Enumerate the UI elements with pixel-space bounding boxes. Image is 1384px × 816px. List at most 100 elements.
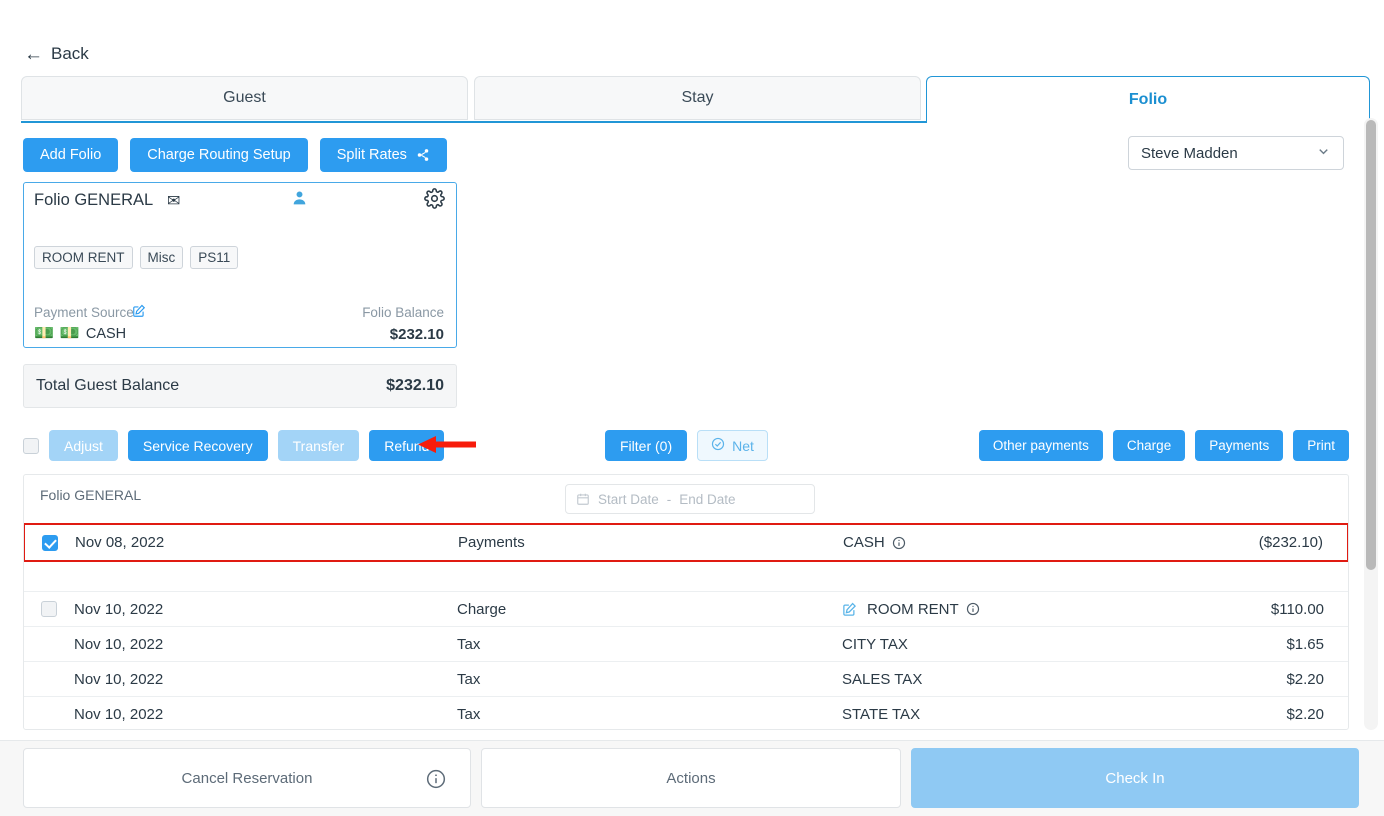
row-description-cell: CASH: [843, 534, 1147, 551]
row-description-cell: SALES TAX: [842, 671, 1148, 688]
row-checkbox-cell: [25, 535, 75, 551]
money-icon: 💵: [34, 326, 54, 342]
money-icon: 💵: [60, 326, 80, 342]
row-checkbox[interactable]: [42, 535, 58, 551]
net-toggle-button[interactable]: Net: [697, 430, 768, 461]
tab-folio[interactable]: Folio: [926, 76, 1370, 123]
ledger-filter-group: Filter (0) Net: [605, 430, 768, 461]
guest-select[interactable]: Steve Madden: [1128, 136, 1344, 170]
check-circle-icon: [711, 437, 725, 454]
info-icon[interactable]: [426, 769, 446, 793]
row-type: Tax: [457, 671, 842, 688]
filter-button[interactable]: Filter (0): [605, 430, 687, 461]
add-folio-button[interactable]: Add Folio: [23, 138, 118, 172]
row-date: Nov 10, 2022: [74, 671, 457, 688]
row-amount: $110.00: [1148, 601, 1348, 618]
back-button[interactable]: ← Back: [24, 44, 89, 64]
folio-tag-list: ROOM RENT Misc PS11: [34, 246, 238, 269]
payment-source-value-row: 💵 💵 CASH: [34, 326, 126, 342]
row-amount: $1.65: [1148, 636, 1348, 653]
info-icon[interactable]: [892, 536, 906, 550]
end-date-placeholder: End Date: [679, 492, 735, 507]
payments-button[interactable]: Payments: [1195, 430, 1283, 461]
edit-payment-source-icon[interactable]: [132, 304, 146, 323]
total-guest-balance: Total Guest Balance $232.10: [23, 364, 457, 408]
split-rates-label: Split Rates: [337, 147, 407, 163]
start-date-placeholder: Start Date: [598, 492, 659, 507]
row-description-cell: ROOM RENT: [842, 601, 1148, 618]
check-in-button[interactable]: Check In: [911, 748, 1359, 808]
folio-toolbar: Add Folio Charge Routing Setup Split Rat…: [23, 138, 447, 172]
ledger-title: Folio GENERAL: [40, 487, 141, 503]
share-icon: [416, 148, 430, 162]
edit-icon[interactable]: [842, 602, 857, 617]
envelope-icon[interactable]: ✉: [167, 191, 180, 211]
charge-button[interactable]: Charge: [1113, 430, 1185, 461]
back-arrow-icon: ←: [24, 45, 43, 64]
folio-tag: Misc: [140, 246, 184, 269]
transfer-button[interactable]: Transfer: [278, 430, 360, 461]
folio-card-header: Folio GENERAL ✉: [24, 183, 456, 221]
tab-underline: [21, 121, 926, 123]
folio-card-title: Folio GENERAL: [34, 191, 153, 210]
back-label: Back: [51, 44, 89, 64]
payment-source-value: CASH: [86, 326, 126, 342]
info-icon[interactable]: [966, 602, 980, 616]
row-checkbox-cell: [24, 601, 74, 617]
date-range-picker[interactable]: Start Date - End Date: [565, 484, 815, 514]
cancel-reservation-button[interactable]: Cancel Reservation: [23, 748, 471, 808]
folio-balance-label: Folio Balance: [362, 305, 444, 320]
row-description: CASH: [843, 534, 885, 551]
row-description: CITY TAX: [842, 636, 908, 653]
row-description: STATE TAX: [842, 706, 920, 723]
split-rates-button[interactable]: Split Rates: [320, 138, 447, 172]
row-type: Tax: [457, 636, 842, 653]
scrollbar-thumb[interactable]: [1366, 120, 1376, 570]
row-amount: $2.20: [1148, 706, 1348, 723]
folio-tag: ROOM RENT: [34, 246, 133, 269]
folio-screen: ← Back Guest Stay Folio Add Folio Charge…: [0, 0, 1384, 816]
ledger-header: Folio GENERAL Start Date - End Date: [24, 475, 1348, 523]
folio-ledger-panel: Folio GENERAL Start Date - End Date Nov …: [23, 474, 1349, 730]
row-date: Nov 10, 2022: [74, 601, 457, 618]
tab-stay[interactable]: Stay: [474, 76, 921, 120]
row-description-cell: STATE TAX: [842, 706, 1148, 723]
row-description: ROOM RENT: [867, 601, 959, 618]
actions-button[interactable]: Actions: [481, 748, 901, 808]
row-date: Nov 10, 2022: [74, 636, 457, 653]
annotation-arrow-icon: [418, 436, 476, 453]
vertical-scrollbar[interactable]: [1364, 118, 1378, 730]
adjust-button[interactable]: Adjust: [49, 430, 118, 461]
chevron-down-icon: [1316, 144, 1331, 163]
row-checkbox[interactable]: [41, 601, 57, 617]
tab-guest[interactable]: Guest: [21, 76, 468, 120]
service-recovery-button[interactable]: Service Recovery: [128, 430, 268, 461]
net-toggle-label: Net: [732, 438, 754, 454]
gear-icon[interactable]: [424, 188, 445, 214]
tab-bar: Guest Stay Folio: [21, 76, 1370, 122]
tab-guest-label: Guest: [223, 89, 266, 107]
select-all-checkbox[interactable]: [23, 438, 39, 454]
total-guest-balance-label: Total Guest Balance: [36, 377, 179, 395]
folio-card: Folio GENERAL ✉ ROOM RENT Misc PS11 Paym…: [23, 182, 457, 348]
other-payments-button[interactable]: Other payments: [979, 430, 1103, 461]
print-button[interactable]: Print: [1293, 430, 1349, 461]
calendar-icon: [576, 492, 590, 506]
table-row[interactable]: Nov 10, 2022 Tax STATE TAX $2.20: [24, 696, 1348, 730]
table-row[interactable]: Nov 10, 2022 Tax CITY TAX $1.65: [24, 626, 1348, 661]
ledger-action-right-group: Other payments Charge Payments Print: [979, 430, 1349, 461]
row-description: SALES TAX: [842, 671, 922, 688]
date-range-separator: -: [667, 492, 672, 507]
table-row[interactable]: Nov 08, 2022 Payments CASH ($232.10): [23, 523, 1349, 562]
charge-routing-setup-button[interactable]: Charge Routing Setup: [130, 138, 308, 172]
tab-stay-label: Stay: [681, 89, 713, 107]
ledger-action-row: Adjust Service Recovery Transfer Refund …: [23, 430, 1349, 462]
payment-source-label: Payment Source: [34, 305, 134, 320]
actions-label: Actions: [666, 770, 715, 787]
tab-folio-label: Folio: [1129, 91, 1167, 109]
table-row[interactable]: Nov 10, 2022 Tax SALES TAX $2.20: [24, 661, 1348, 696]
guest-person-icon[interactable]: [291, 188, 308, 213]
table-row[interactable]: Nov 10, 2022 Charge ROOM RENT $110.00: [24, 591, 1348, 626]
guest-select-value: Steve Madden: [1141, 145, 1238, 162]
check-in-label: Check In: [1105, 770, 1164, 787]
